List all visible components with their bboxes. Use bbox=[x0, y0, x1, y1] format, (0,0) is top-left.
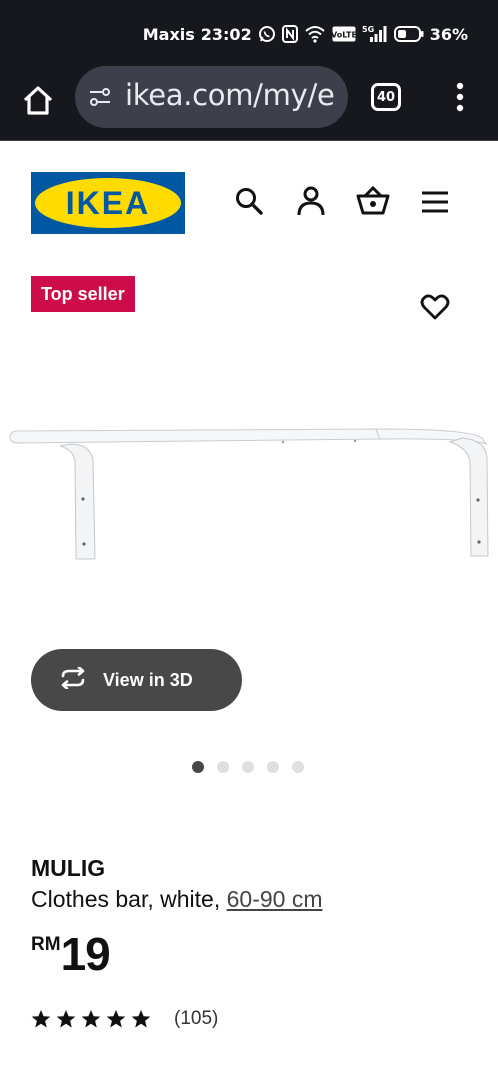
search-icon[interactable] bbox=[232, 184, 266, 218]
signal-icon: 5G bbox=[362, 25, 388, 43]
view-in-3d-label: View in 3D bbox=[103, 669, 193, 690]
carrier-name: Maxis bbox=[142, 24, 195, 44]
wifi-icon bbox=[304, 25, 326, 43]
status-bar: Maxis 23:02 VoLTE 5G 36% bbox=[0, 0, 498, 66]
carousel-dot-2[interactable] bbox=[217, 761, 229, 773]
url-text: ikea.com/my/e bbox=[125, 78, 335, 112]
user-icon[interactable] bbox=[294, 184, 328, 218]
favourite-heart-icon[interactable] bbox=[420, 292, 450, 322]
star-icon bbox=[131, 1010, 151, 1028]
battery-level: 36% bbox=[429, 24, 468, 44]
nfc-icon bbox=[281, 25, 298, 43]
product-description: Clothes bar, white, 60-90 cm bbox=[31, 886, 322, 913]
browser-toolbar: ikea.com/my/e 40 bbox=[0, 66, 498, 141]
product-name: MULIG bbox=[31, 855, 106, 881]
top-seller-badge: Top seller bbox=[31, 276, 135, 312]
site-settings-icon[interactable] bbox=[88, 85, 112, 109]
logo-text: IKEA bbox=[66, 185, 150, 221]
clock: 23:02 bbox=[200, 24, 252, 44]
volte-label: VoLTE bbox=[332, 31, 356, 40]
rotate-3d-icon bbox=[57, 665, 89, 694]
carousel-dot-1[interactable] bbox=[192, 761, 204, 773]
volte-icon: VoLTE bbox=[332, 26, 356, 42]
whatsapp-icon bbox=[258, 25, 276, 43]
price-amount: 19 bbox=[60, 928, 111, 980]
hamburger-menu-icon[interactable] bbox=[418, 184, 452, 218]
browser-menu-icon[interactable] bbox=[448, 80, 472, 114]
status-indicators: Maxis 23:02 VoLTE 5G 36% bbox=[143, 22, 468, 46]
review-count: (105) bbox=[174, 1008, 219, 1029]
product-image[interactable] bbox=[0, 400, 498, 600]
star-icon bbox=[81, 1010, 101, 1028]
carousel-dot-3[interactable] bbox=[242, 761, 254, 773]
battery-icon bbox=[393, 26, 424, 42]
carousel-dot-5[interactable] bbox=[292, 761, 304, 773]
product-type: Clothes bar, white, bbox=[31, 886, 221, 912]
home-icon[interactable] bbox=[20, 83, 56, 119]
star-icon bbox=[106, 1010, 126, 1028]
price-currency: RM bbox=[31, 934, 61, 955]
product-size-link[interactable]: 60-90 cm bbox=[227, 886, 323, 912]
signal-type-label: 5G bbox=[362, 25, 374, 34]
product-rating[interactable]: (105) bbox=[31, 1008, 218, 1030]
product-price: RM 19 bbox=[31, 928, 111, 980]
tab-switcher-button[interactable]: 40 bbox=[371, 83, 401, 111]
carousel-dot-4[interactable] bbox=[267, 761, 279, 773]
address-bar[interactable]: ikea.com/my/e bbox=[75, 66, 348, 128]
star-icon bbox=[31, 1010, 51, 1028]
basket-icon[interactable] bbox=[356, 184, 390, 218]
ikea-logo[interactable]: IKEA bbox=[31, 172, 185, 234]
image-carousel-dots bbox=[192, 761, 304, 773]
view-in-3d-button[interactable]: View in 3D bbox=[31, 649, 242, 711]
star-icon bbox=[56, 1010, 76, 1028]
